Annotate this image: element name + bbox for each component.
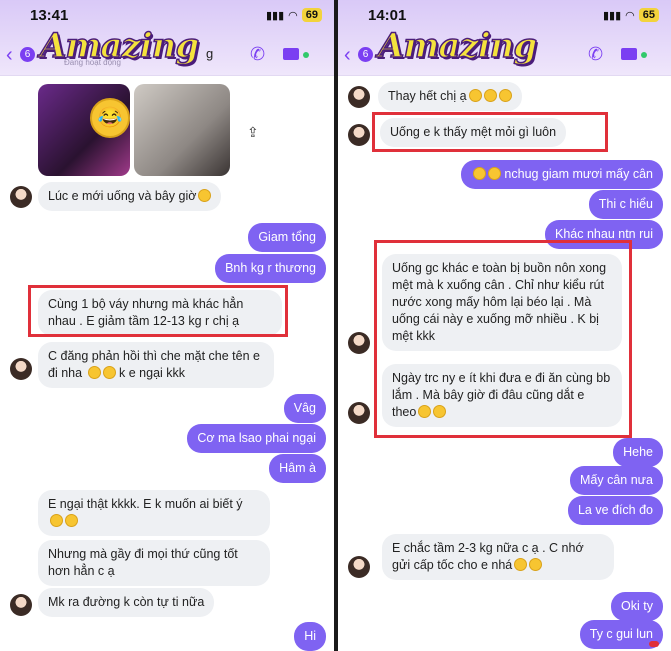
message-incoming[interactable]: C đăng phản hồi thì che mặt che tên e đi…: [38, 342, 274, 388]
emoji-icon: [50, 514, 63, 527]
message-outgoing[interactable]: La ve đích đo: [567, 496, 663, 525]
unread-badge: 6: [20, 47, 35, 62]
share-icon[interactable]: ⇪: [247, 124, 259, 141]
emoji-icon: [472, 167, 486, 180]
message-outgoing[interactable]: Giam tổng: [248, 223, 326, 252]
message-incoming[interactable]: E ngại thật kkkk. E k muốn ai biết ý: [38, 490, 270, 536]
left-screenshot: 13:41 ▮▮▮ ◠ 69 ‹ 6 Amazing g Đang hoạt đ…: [0, 0, 334, 651]
message-outgoing[interactable]: Vâg: [283, 394, 326, 423]
emoji-icon: [102, 366, 116, 379]
message-outgoing[interactable]: Hi: [294, 622, 326, 651]
emoji-icon: [198, 189, 212, 202]
back-icon[interactable]: ‹: [6, 44, 13, 67]
message-incoming[interactable]: Mk ra đường k còn tự ti nữa: [38, 588, 215, 617]
message-outgoing[interactable]: Cơ ma lsao phai ngại: [187, 424, 326, 453]
contact-name-fragment: g: [206, 46, 214, 61]
message-outgoing[interactable]: Ty c gui lun: [579, 620, 663, 649]
highlight-box: [28, 285, 288, 337]
avatar[interactable]: [10, 186, 32, 208]
message-outgoing[interactable]: Hehe: [613, 438, 663, 467]
highlight-box: [374, 240, 632, 438]
battery-level: 69: [301, 8, 322, 22]
message-incoming[interactable]: E chắc tầm 2-3 kg nữa c ạ . C nhớ gửi cấ…: [382, 534, 614, 580]
emoji-icon: [487, 167, 501, 180]
message-outgoing[interactable]: Hâm à: [269, 454, 326, 483]
emoji-icon: [65, 514, 78, 527]
photo-after[interactable]: [134, 84, 230, 176]
video-call-icon[interactable]: [621, 48, 637, 60]
online-dot-icon: [303, 52, 309, 58]
phone-call-icon[interactable]: ✆: [588, 44, 603, 65]
avatar[interactable]: [10, 358, 32, 380]
logo-overlay: Amazing: [377, 25, 538, 67]
status-time: 14:01: [368, 7, 407, 24]
emoji-icon: [87, 366, 101, 379]
message-outgoing[interactable]: nchug giam mươi mấy cân: [460, 160, 663, 189]
avatar[interactable]: [10, 594, 32, 616]
status-bar-icons: ▮▮▮ ◠ 65: [603, 8, 659, 22]
signal-icon: ▮▮▮: [602, 9, 622, 22]
emoji-icon: [529, 558, 543, 571]
avatar[interactable]: [348, 124, 370, 146]
message-outgoing[interactable]: Bnh kg r thương: [215, 254, 326, 283]
battery-level: 65: [638, 8, 659, 22]
signal-icon: ▮▮▮: [265, 9, 285, 22]
message-incoming[interactable]: Nhưng mà gầy đi mọi thứ cũng tốt hơn hẳn…: [38, 540, 270, 586]
avatar[interactable]: [348, 86, 370, 108]
video-call-icon[interactable]: [283, 48, 299, 60]
wifi-icon: ◠: [625, 9, 635, 22]
emoji-icon: [483, 89, 497, 102]
active-status: Đang hoạt động: [64, 58, 121, 67]
message-incoming[interactable]: Lúc e mới uống và bây giờ: [38, 182, 222, 211]
reaction-heart-icon: [649, 641, 659, 647]
message-incoming[interactable]: Thay hết chị ạ: [378, 82, 522, 111]
chat-header: 13:41 ▮▮▮ ◠ 69 ‹ 6 Amazing g Đang hoạt đ…: [0, 0, 334, 76]
status-time: 13:41: [30, 7, 69, 24]
emoji-icon: [514, 558, 528, 571]
emoji-icon: [498, 89, 512, 102]
wifi-icon: ◠: [288, 9, 298, 22]
avatar[interactable]: [348, 332, 370, 354]
avatar[interactable]: [348, 402, 370, 424]
message-outgoing[interactable]: Oki ty: [611, 592, 663, 621]
unread-badge: 6: [358, 47, 373, 62]
online-dot-icon: [641, 52, 647, 58]
message-outgoing[interactable]: Mấy cân nưa: [570, 466, 663, 495]
laughing-emoji-icon: 😂: [90, 98, 130, 138]
highlight-box: [372, 112, 608, 152]
status-bar-icons: ▮▮▮ ◠ 69: [266, 8, 322, 22]
chat-header: 14:01 ▮▮▮ ◠ 65 ‹ 6 Amazing ✆: [338, 0, 671, 76]
right-screenshot: 14:01 ▮▮▮ ◠ 65 ‹ 6 Amazing ✆ Thay hết ch…: [338, 0, 671, 651]
back-icon[interactable]: ‹: [344, 44, 351, 67]
avatar[interactable]: [348, 556, 370, 578]
message-outgoing[interactable]: Thi c hiểu: [588, 190, 663, 219]
phone-call-icon[interactable]: ✆: [250, 44, 265, 65]
emoji-icon: [468, 89, 482, 102]
